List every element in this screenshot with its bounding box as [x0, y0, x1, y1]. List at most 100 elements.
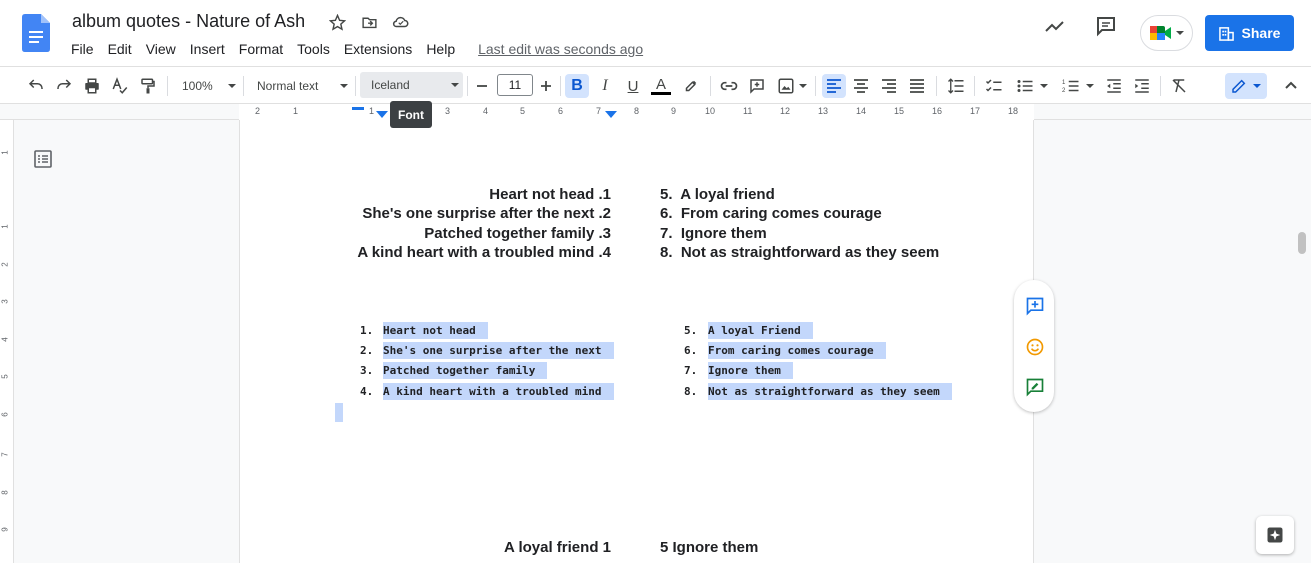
align-left-icon[interactable]	[822, 74, 846, 98]
line-spacing-icon[interactable]	[944, 74, 968, 98]
increase-font-size-button[interactable]	[536, 74, 556, 98]
comments-icon[interactable]	[1094, 14, 1118, 43]
list-item[interactable]: 8. Not as straightforward as they seem	[660, 244, 939, 261]
cloud-saved-icon[interactable]	[391, 12, 411, 32]
star-icon[interactable]	[327, 12, 347, 32]
menu-format[interactable]: Format	[232, 39, 290, 59]
share-button[interactable]: Share	[1205, 15, 1294, 51]
activity-trend-icon[interactable]	[1043, 14, 1067, 43]
selected-list-item[interactable]: 2. She's one surprise after the next	[360, 342, 614, 359]
menu-insert[interactable]: Insert	[183, 39, 232, 59]
insert-image-icon[interactable]	[774, 74, 810, 98]
menu-edit[interactable]: Edit	[101, 39, 139, 59]
selected-list-item[interactable]: 3. Patched together family	[360, 362, 548, 379]
style-select[interactable]: Normal text	[252, 74, 348, 98]
document-title[interactable]: album quotes - Nature of Ash	[72, 11, 305, 32]
first-line-indent-marker[interactable]	[376, 111, 388, 119]
underline-icon[interactable]: U	[622, 74, 644, 98]
document-outline-icon[interactable]	[34, 150, 52, 168]
insert-link-icon[interactable]	[718, 74, 740, 98]
emoji-reaction-icon[interactable]	[1024, 336, 1046, 358]
selected-list-item[interactable]: 8. Not as straightforward as they seem	[684, 383, 952, 400]
align-right-icon[interactable]	[878, 74, 900, 98]
selected-list-item[interactable]: 1. Heart not head	[360, 322, 488, 339]
selected-list-item[interactable]: 4. A kind heart with a troubled mind	[360, 383, 614, 400]
paint-format-icon[interactable]	[137, 74, 159, 98]
undo-icon[interactable]	[25, 74, 47, 98]
list-item[interactable]: 5 Ignore them	[660, 539, 758, 556]
last-edit-link[interactable]: Last edit was seconds ago	[472, 39, 649, 59]
horizontal-ruler[interactable]: 2 1 1 2 3 4 5 6 7 8 9 10 11 12 13 14 15 …	[0, 104, 1311, 120]
floating-action-panel	[1014, 280, 1054, 412]
spellcheck-icon[interactable]	[109, 74, 131, 98]
list-number: 3.	[360, 364, 374, 377]
ruler-mark: 5	[0, 374, 10, 379]
docs-logo-icon[interactable]	[22, 14, 50, 52]
add-comment-icon[interactable]	[1024, 295, 1046, 317]
meet-button[interactable]	[1140, 15, 1193, 51]
menu-view[interactable]: View	[139, 39, 183, 59]
ruler-mark: 2	[255, 106, 261, 116]
ruler-mark: 13	[818, 106, 829, 116]
font-size-input[interactable]: 11	[497, 74, 533, 96]
text-color-icon[interactable]: A	[650, 74, 672, 98]
numbered-list-icon[interactable]: 12	[1058, 74, 1098, 98]
bulleted-list-icon[interactable]	[1012, 74, 1052, 98]
list-item[interactable]: 7. Ignore them	[660, 225, 767, 242]
bold-icon[interactable]: B	[565, 74, 589, 98]
explore-button[interactable]	[1256, 516, 1294, 554]
checklist-icon[interactable]	[982, 74, 1006, 98]
list-item[interactable]: Heart not head .1	[489, 186, 611, 203]
svg-text:2: 2	[1062, 88, 1066, 94]
right-indent-marker[interactable]	[605, 111, 617, 119]
list-item[interactable]: 6. From caring comes courage	[660, 205, 882, 222]
move-folder-icon[interactable]	[359, 12, 379, 32]
justify-icon[interactable]	[906, 74, 928, 98]
menu-tools[interactable]: Tools	[290, 39, 337, 59]
document-page[interactable]	[239, 120, 1034, 563]
align-center-icon[interactable]	[850, 74, 872, 98]
selected-list-item[interactable]: 5. A loyal Friend	[684, 322, 813, 339]
decrease-font-size-button[interactable]	[472, 74, 492, 98]
selected-list-item[interactable]: 6. From caring comes courage	[684, 342, 886, 359]
ruler-mark: 3	[445, 106, 451, 116]
highlight-color-icon[interactable]	[680, 74, 702, 98]
chevron-down-icon	[1176, 31, 1184, 35]
ruler-mark: 3	[0, 299, 10, 304]
list-number: 6.	[684, 344, 698, 357]
list-item[interactable]: A kind heart with a troubled mind .4	[357, 244, 611, 261]
list-text: From caring comes courage	[708, 342, 886, 359]
selected-list-item[interactable]: 7. Ignore them	[684, 362, 793, 379]
ruler-mark: 17	[970, 106, 981, 116]
list-number: 4.	[360, 385, 374, 398]
chevron-down-icon	[1086, 84, 1094, 88]
scrollbar-thumb[interactable]	[1298, 232, 1306, 254]
suggest-edits-icon[interactable]	[1024, 376, 1046, 398]
style-value: Normal text	[257, 79, 319, 93]
decrease-indent-icon[interactable]	[1103, 74, 1125, 98]
increase-indent-icon[interactable]	[1131, 74, 1153, 98]
vertical-ruler[interactable]: 1 1 2 3 4 5 6 7 8 9	[0, 120, 14, 563]
menu-file[interactable]: File	[64, 39, 101, 59]
editing-mode-button[interactable]	[1225, 73, 1267, 99]
italic-icon[interactable]: I	[594, 74, 616, 98]
ruler-mark: 8	[0, 490, 10, 495]
list-item[interactable]: A loyal friend 1	[504, 539, 611, 556]
ruler-mark: 7	[596, 106, 602, 116]
redo-icon[interactable]	[53, 74, 75, 98]
font-select[interactable]: Iceland	[360, 72, 463, 98]
ruler-mark: 12	[780, 106, 791, 116]
menu-extensions[interactable]: Extensions	[337, 39, 419, 59]
insert-comment-icon[interactable]	[746, 74, 768, 98]
list-number: 1.	[360, 324, 374, 337]
list-item[interactable]: She's one surprise after the next .2	[362, 205, 611, 222]
svg-text:1: 1	[1062, 80, 1066, 86]
menu-help[interactable]: Help	[419, 39, 462, 59]
zoom-select[interactable]: 100%	[176, 74, 236, 98]
list-item[interactable]: 5. A loyal friend	[660, 186, 775, 203]
collapse-menus-icon[interactable]	[1280, 74, 1302, 98]
list-item[interactable]: Patched together family .3	[424, 225, 611, 242]
print-icon[interactable]	[81, 74, 103, 98]
left-indent-marker[interactable]	[352, 107, 364, 117]
clear-formatting-icon[interactable]	[1168, 74, 1190, 98]
